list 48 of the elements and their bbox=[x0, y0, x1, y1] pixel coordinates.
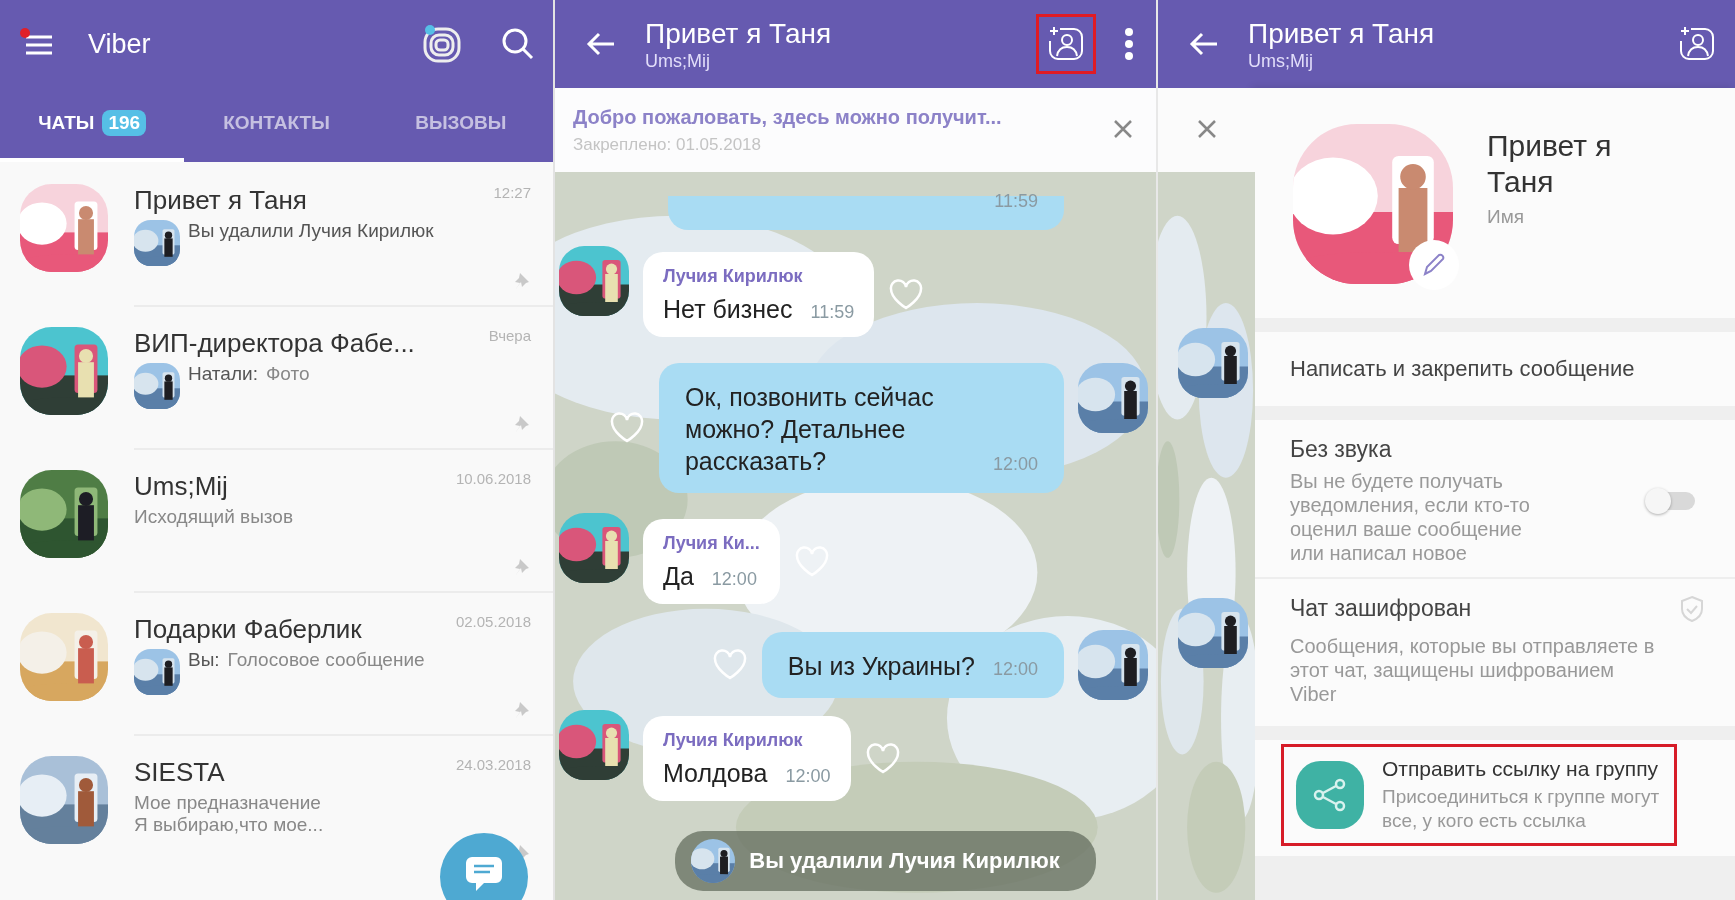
chat-time: Вчера bbox=[488, 327, 531, 344]
setting-description: Сообщения, которые вы отправляете в этот чат, защищены шифрованием Viber bbox=[1290, 634, 1656, 706]
chat-subtitle: Ums;Mij bbox=[645, 50, 711, 72]
chat-preview: Исходящий вызов bbox=[134, 506, 293, 528]
contact-name: Привет я Таня bbox=[1487, 128, 1613, 200]
shield-check-icon bbox=[1679, 595, 1705, 623]
chat-subtitle: Ums;Mij bbox=[1248, 50, 1314, 72]
share-description: Присоединиться к группе могут все, у кого есть ссылка bbox=[1382, 785, 1661, 833]
chat-title: Привет я Таня bbox=[1248, 16, 1435, 51]
add-contact-button[interactable] bbox=[1036, 14, 1096, 74]
chat-title: Привет я Таня bbox=[645, 16, 832, 51]
share-icon bbox=[1296, 761, 1364, 829]
chat-time: 12:27 bbox=[493, 184, 531, 201]
chat-preview: Вы удалили Лучия Кирилюк bbox=[188, 220, 434, 242]
new-chat-button[interactable] bbox=[440, 833, 528, 900]
setting-title: Без звука bbox=[1290, 436, 1393, 463]
share-title: Отправить ссылку на группу bbox=[1382, 757, 1660, 781]
back-arrow-icon bbox=[586, 31, 616, 57]
concentric-squares-icon[interactable] bbox=[421, 23, 463, 65]
back-arrow-icon bbox=[1189, 31, 1219, 57]
chat-preview: Я выбираю,что мое... bbox=[134, 814, 324, 836]
chat-name: Привет я Таня bbox=[134, 184, 308, 216]
menu-item[interactable]: Написать и закрепить сообщение bbox=[1255, 332, 1735, 406]
count-badge: 196 bbox=[102, 110, 147, 136]
tab[interactable]: КОНТАКТЫ bbox=[184, 88, 369, 162]
chat-preview: Голосовое сообщение bbox=[227, 649, 425, 671]
setting-title: Чат зашифрован bbox=[1290, 595, 1473, 622]
pinned-message[interactable]: Добро пожаловать, здесь можно получит... bbox=[573, 105, 1098, 129]
preview-sender: Вы: bbox=[188, 649, 220, 671]
chat-bubble-icon bbox=[464, 855, 504, 893]
app-title: Viber bbox=[88, 28, 151, 60]
chat-preview: Мое предназначение bbox=[134, 792, 322, 814]
more-options-icon[interactable] bbox=[1124, 27, 1134, 61]
close-icon bbox=[1112, 117, 1134, 140]
chat-time: 10.06.2018 bbox=[455, 470, 531, 487]
share-link-item[interactable]: Отправить ссылку на группу Присоединиться к группе могут все, у кого есть ссылка bbox=[1281, 744, 1677, 846]
chat-name: ВИП-директора Фабе... bbox=[134, 327, 416, 359]
search-icon[interactable] bbox=[501, 27, 535, 61]
chat-time: 02.05.2018 bbox=[455, 613, 531, 630]
tab[interactable]: ВЫЗОВЫ bbox=[368, 88, 553, 162]
pinned-date: Закреплено: 01.05.2018 bbox=[573, 134, 763, 155]
chat-preview: Фото bbox=[265, 363, 310, 385]
chat-time: 24.03.2018 bbox=[455, 756, 531, 773]
preview-sender: Натали: bbox=[188, 363, 258, 385]
setting-description: Вы не будете получать уведомления, если кто-то оценил ваше сообщение или написал новое bbox=[1290, 469, 1531, 565]
tab[interactable]: ЧАТЫ 196 bbox=[0, 88, 185, 162]
close-icon bbox=[1195, 117, 1218, 140]
name-label: Имя bbox=[1487, 206, 1525, 228]
